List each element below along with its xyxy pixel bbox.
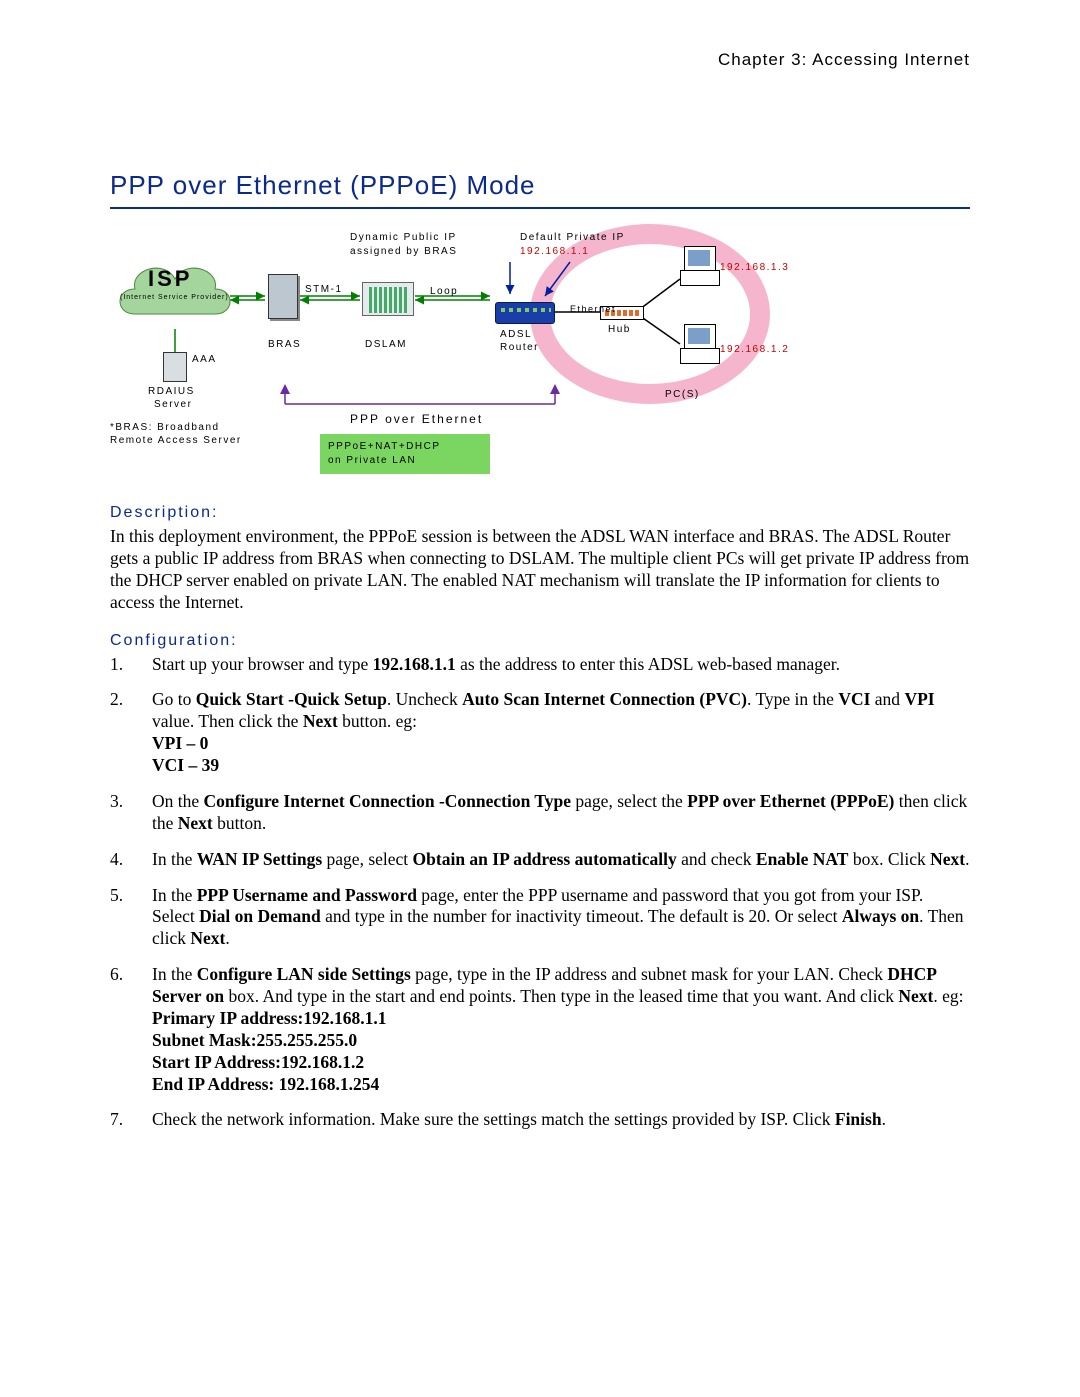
s4d: Obtain an IP address automatically xyxy=(413,849,677,869)
configuration-list: Start up your browser and type 192.168.1… xyxy=(110,654,970,1132)
pc1-ip-label: 192.168.1.3 xyxy=(720,262,789,273)
dslam-label: DSLAM xyxy=(365,339,407,350)
aaa-label: AAA xyxy=(192,354,217,365)
radius-server-icon xyxy=(163,352,187,382)
s7c: . xyxy=(882,1109,886,1129)
s3b: Configure Internet Connection -Connectio… xyxy=(204,791,572,811)
pc2-ip-label: 192.168.1.2 xyxy=(720,344,789,355)
s2a: Go to xyxy=(152,689,196,709)
s1c: as the address to enter this ADSL web-ba… xyxy=(456,654,840,674)
s4c: page, select xyxy=(322,849,412,869)
config-step-7: Check the network information. Make sure… xyxy=(110,1109,970,1131)
page-title: PPP over Ethernet (PPPoE) Mode xyxy=(110,170,970,209)
s2e: . Type in the xyxy=(747,689,838,709)
config-step-3: On the Configure Internet Connection -Co… xyxy=(110,791,970,835)
s2m: VCI – 39 xyxy=(152,755,219,775)
adsl-router-label-l1: ADSL xyxy=(500,329,532,340)
s2k: button. eg: xyxy=(338,711,417,731)
description-text: In this deployment environment, the PPPo… xyxy=(110,526,970,614)
ethernet-label: Ethernet xyxy=(570,304,616,314)
s5a: In the xyxy=(152,885,197,905)
adsl-router-icon xyxy=(495,302,555,324)
s4e: and check xyxy=(677,849,756,869)
s6b: Configure LAN side Settings xyxy=(197,964,411,984)
pppoe-nat-dhcp-box: PPPoE+NAT+DHCP on Private LAN xyxy=(320,434,490,474)
s5e: and type in the number for inactivity ti… xyxy=(321,906,842,926)
s4i: . xyxy=(965,849,969,869)
s2l: VPI – 0 xyxy=(152,733,208,753)
s4f: Enable NAT xyxy=(756,849,849,869)
description-heading: Description: xyxy=(110,504,970,522)
s6k: End IP Address: 192.168.1.254 xyxy=(152,1074,379,1094)
s6a: In the xyxy=(152,964,197,984)
s4a: In the xyxy=(152,849,197,869)
s1b: 192.168.1.1 xyxy=(373,654,456,674)
s6g: . eg: xyxy=(933,986,963,1006)
dynamic-ip-label-l1: Dynamic Public IP xyxy=(350,232,457,243)
s3g: button. xyxy=(213,813,266,833)
s3f: Next xyxy=(178,813,213,833)
s5i: . xyxy=(225,928,229,948)
bras-note-line2: Remote Access Server xyxy=(110,435,242,446)
pcs-label: PC(S) xyxy=(665,389,700,400)
radius-sub-label: Server xyxy=(154,399,192,410)
s2b: Quick Start -Quick Setup xyxy=(196,689,387,709)
s3c: page, select the xyxy=(571,791,687,811)
pc2-icon xyxy=(680,324,720,364)
stm-label: STM-1 xyxy=(305,284,343,295)
s2g: and xyxy=(870,689,904,709)
s4b: WAN IP Settings xyxy=(197,849,322,869)
green-box-l1: PPPoE+NAT+DHCP xyxy=(328,440,482,454)
hub-label: Hub xyxy=(608,324,631,335)
s2f: VCI xyxy=(838,689,870,709)
adsl-router-label-l2: Router xyxy=(500,342,539,353)
s5d: Dial on Demand xyxy=(199,906,321,926)
dslam-icon xyxy=(362,282,414,316)
green-box-l2: on Private LAN xyxy=(328,454,482,468)
s4h: Next xyxy=(930,849,965,869)
s2i: value. Then click the xyxy=(152,711,303,731)
s5b: PPP Username and Password xyxy=(197,885,417,905)
s7b: Finish xyxy=(835,1109,882,1129)
pc1-icon xyxy=(680,246,720,286)
s6e: box. And type in the start and end point… xyxy=(224,986,898,1006)
s2h: VPI xyxy=(904,689,934,709)
s5f: Always on xyxy=(842,906,919,926)
s3d: PPP over Ethernet (PPPoE) xyxy=(687,791,894,811)
s2d: Auto Scan Internet Connection (PVC) xyxy=(462,689,747,709)
default-ip-label-l2: 192.168.1.1 xyxy=(520,246,589,257)
loop-label: Loop xyxy=(430,286,458,297)
default-ip-label-l1: Default Private IP xyxy=(520,232,625,243)
config-step-4: In the WAN IP Settings page, select Obta… xyxy=(110,849,970,871)
s3a: On the xyxy=(152,791,204,811)
bras-note-line1: *BRAS: Broadband xyxy=(110,422,220,433)
configuration-heading: Configuration: xyxy=(110,632,970,650)
config-step-6: In the Configure LAN side Settings page,… xyxy=(110,964,970,1095)
s6j: Start IP Address:192.168.1.2 xyxy=(152,1052,364,1072)
config-step-2: Go to Quick Start -Quick Setup. Uncheck … xyxy=(110,689,970,777)
isp-sub-label: (Internet Service Provider) xyxy=(120,294,229,301)
s6c: page, type in the IP address and subnet … xyxy=(411,964,888,984)
bras-icon xyxy=(268,274,298,319)
config-step-5: In the PPP Username and Password page, e… xyxy=(110,885,970,951)
isp-label: ISP xyxy=(148,266,192,292)
radius-label: RDAIUS xyxy=(148,386,195,397)
config-step-1: Start up your browser and type 192.168.1… xyxy=(110,654,970,676)
s5h: Next xyxy=(190,928,225,948)
ppp-caption: PPP over Ethernet xyxy=(350,412,483,426)
s1a: Start up your browser and type xyxy=(152,654,373,674)
s6i: Subnet Mask:255.255.255.0 xyxy=(152,1030,357,1050)
s6h: Primary IP address:192.168.1.1 xyxy=(152,1008,386,1028)
s7a: Check the network information. Make sure… xyxy=(152,1109,835,1129)
s4g: box. Click xyxy=(848,849,930,869)
s2c: . Uncheck xyxy=(387,689,462,709)
s2j: Next xyxy=(303,711,338,731)
dynamic-ip-label-l2: assigned by BRAS xyxy=(350,246,457,257)
bras-label: BRAS xyxy=(268,339,301,350)
pppoe-diagram: ISP (Internet Service Provider) AAA RDAI… xyxy=(110,224,770,484)
s6f: Next xyxy=(898,986,933,1006)
chapter-header: Chapter 3: Accessing Internet xyxy=(110,50,970,70)
